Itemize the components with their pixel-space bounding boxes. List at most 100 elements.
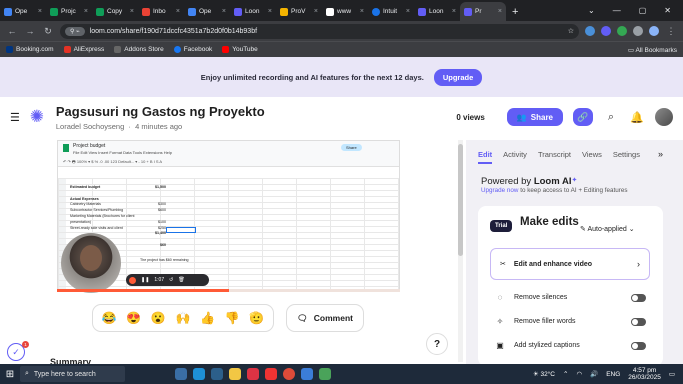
close-window-icon[interactable]: ✕ (664, 6, 671, 15)
video-progress-bar[interactable] (57, 289, 400, 292)
volume-icon[interactable]: 🔊 (590, 370, 598, 378)
profile-avatar[interactable] (649, 26, 659, 36)
wifi-icon[interactable]: ◠ (576, 370, 582, 378)
toggle[interactable] (631, 317, 646, 326)
search-icon[interactable]: ⌕ (603, 111, 619, 124)
add-reaction-icon[interactable]: 🫡 (249, 312, 264, 324)
browser-tab[interactable]: Intuit × (368, 2, 414, 21)
chrome-icon[interactable] (283, 368, 295, 380)
language-indicator[interactable]: ENG (606, 371, 620, 378)
all-bookmarks-button[interactable]: ▭ All Bookmarks (628, 46, 677, 54)
close-icon[interactable]: × (38, 8, 42, 15)
browser-tab[interactable]: Copy × (92, 2, 138, 21)
extension-icon[interactable] (617, 26, 627, 36)
bookmark-item[interactable]: Booking.com (6, 45, 54, 53)
browser-tab[interactable]: www × (322, 2, 368, 21)
extension-icon[interactable] (585, 26, 595, 36)
upgrade-button[interactable]: Upgrade (433, 68, 483, 86)
close-icon[interactable]: × (498, 8, 502, 15)
stop-record-icon[interactable] (129, 276, 136, 284)
new-tab-button[interactable]: + (506, 6, 524, 21)
share-button[interactable]: 👥 Share (506, 108, 563, 126)
close-icon[interactable]: × (176, 8, 180, 15)
file-explorer-icon[interactable] (229, 368, 241, 380)
clock[interactable]: 4:57 pm 26/03/2025 (628, 367, 661, 381)
views-count[interactable]: 0 views (456, 113, 484, 122)
pause-icon[interactable]: ❚❚ (141, 277, 149, 283)
comment-button[interactable]: 🗨 Comment (286, 304, 364, 332)
tab-views[interactable]: Views (582, 150, 602, 164)
tab-activity[interactable]: Activity (503, 150, 527, 164)
taskbar-search[interactable]: ⌕ Type here to search (20, 366, 125, 382)
loom-extension-icon[interactable] (601, 26, 611, 36)
bell-icon[interactable]: 🔔 (629, 111, 645, 124)
maximize-icon[interactable]: ▢ (639, 6, 647, 15)
help-button[interactable]: ? (426, 333, 448, 355)
auto-applied-dropdown[interactable]: ✎ Auto-applied ⌄ (580, 225, 635, 233)
bookmark-star-icon[interactable]: ☆ (568, 27, 574, 35)
heart-eyes-emoji-icon[interactable]: 😍 (126, 312, 141, 324)
copy-link-button[interactable]: 🔗 (573, 108, 593, 126)
back-icon[interactable]: ← (6, 26, 18, 36)
toggle[interactable] (631, 341, 646, 350)
app-icon[interactable] (301, 368, 313, 380)
loom-logo-icon[interactable]: ✺ (28, 108, 46, 126)
site-info-icon[interactable]: ⚲ ⌁ (65, 26, 85, 36)
extensions-puzzle-icon[interactable] (633, 26, 643, 36)
reload-icon[interactable]: ↻ (42, 26, 54, 37)
browser-tab[interactable]: Ope × (184, 2, 230, 21)
app-icon[interactable] (319, 368, 331, 380)
collapse-panel-icon[interactable]: » (658, 149, 663, 159)
browser-tab[interactable]: Projc × (46, 2, 92, 21)
windows-start-icon[interactable]: ⊞ (0, 369, 20, 380)
app-icon[interactable] (247, 368, 259, 380)
thumbs-up-emoji-icon[interactable]: 👍 (200, 312, 215, 324)
menu-icon[interactable]: ☰ (10, 111, 20, 124)
page-scrollbar[interactable] (458, 140, 463, 362)
close-icon[interactable]: × (268, 8, 272, 15)
close-icon[interactable]: × (314, 8, 318, 15)
close-icon[interactable]: × (130, 8, 134, 15)
edit-enhance-button[interactable]: ✂ Edit and enhance video › (490, 248, 650, 280)
thumbs-down-emoji-icon[interactable]: 👎 (225, 312, 240, 324)
laugh-emoji-icon[interactable]: 😂 (102, 312, 117, 324)
author-name[interactable]: Loradel Sochoyseng (56, 122, 124, 131)
close-icon[interactable]: × (84, 8, 88, 15)
toggle[interactable] (631, 293, 646, 302)
bookmark-item[interactable]: AliExpress (63, 45, 104, 53)
bookmark-item[interactable]: YouTube (222, 45, 258, 53)
notifications-icon[interactable]: ▭ (669, 370, 675, 378)
browser-tab[interactable]: Loon × (414, 2, 460, 21)
checklist-button[interactable]: ✓ 1 (7, 341, 29, 361)
weather-icon[interactable]: ☀ 32°C (533, 370, 555, 378)
bookmark-item[interactable]: Facebook (173, 45, 212, 53)
edge-icon[interactable] (193, 368, 205, 380)
more-menu-icon[interactable]: ⋮ (665, 26, 677, 37)
app-icon[interactable] (265, 368, 277, 380)
video-title[interactable]: Pagsusuri ng Gastos ng Proyekto (56, 104, 265, 119)
tab-settings[interactable]: Settings (613, 150, 640, 164)
restart-icon[interactable]: ↺ (169, 277, 173, 283)
browser-tab[interactable]: Ope × (0, 2, 46, 21)
bookmark-item[interactable]: Addons Store (114, 45, 164, 53)
minimize-icon[interactable]: — (613, 6, 621, 15)
avatar[interactable] (655, 108, 673, 126)
browser-tab[interactable]: ProV × (276, 2, 322, 21)
scroll-thumb[interactable] (458, 144, 463, 256)
forward-icon[interactable]: → (24, 26, 36, 36)
url-input[interactable]: ⚲ ⌁ loom.com/share/f190d71dccfc4351a7b2d… (60, 23, 579, 39)
camera-bubble[interactable] (61, 233, 121, 293)
tab-transcript[interactable]: Transcript (538, 150, 571, 164)
surprised-emoji-icon[interactable]: 😮 (151, 312, 166, 324)
tray-chevron-icon[interactable]: ⌃ (563, 370, 568, 378)
browser-tab-active[interactable]: Pr × (460, 2, 506, 21)
browser-tab[interactable]: Inbo × (138, 2, 184, 21)
close-icon[interactable]: × (360, 8, 364, 15)
trash-icon[interactable]: 🗑 (178, 277, 184, 283)
store-icon[interactable] (211, 368, 223, 380)
close-icon[interactable]: × (406, 8, 410, 15)
tab-edit[interactable]: Edit (478, 150, 493, 164)
browser-tab[interactable]: Loon × (230, 2, 276, 21)
task-view-icon[interactable] (175, 368, 187, 380)
raised-hands-emoji-icon[interactable]: 🙌 (175, 312, 190, 324)
